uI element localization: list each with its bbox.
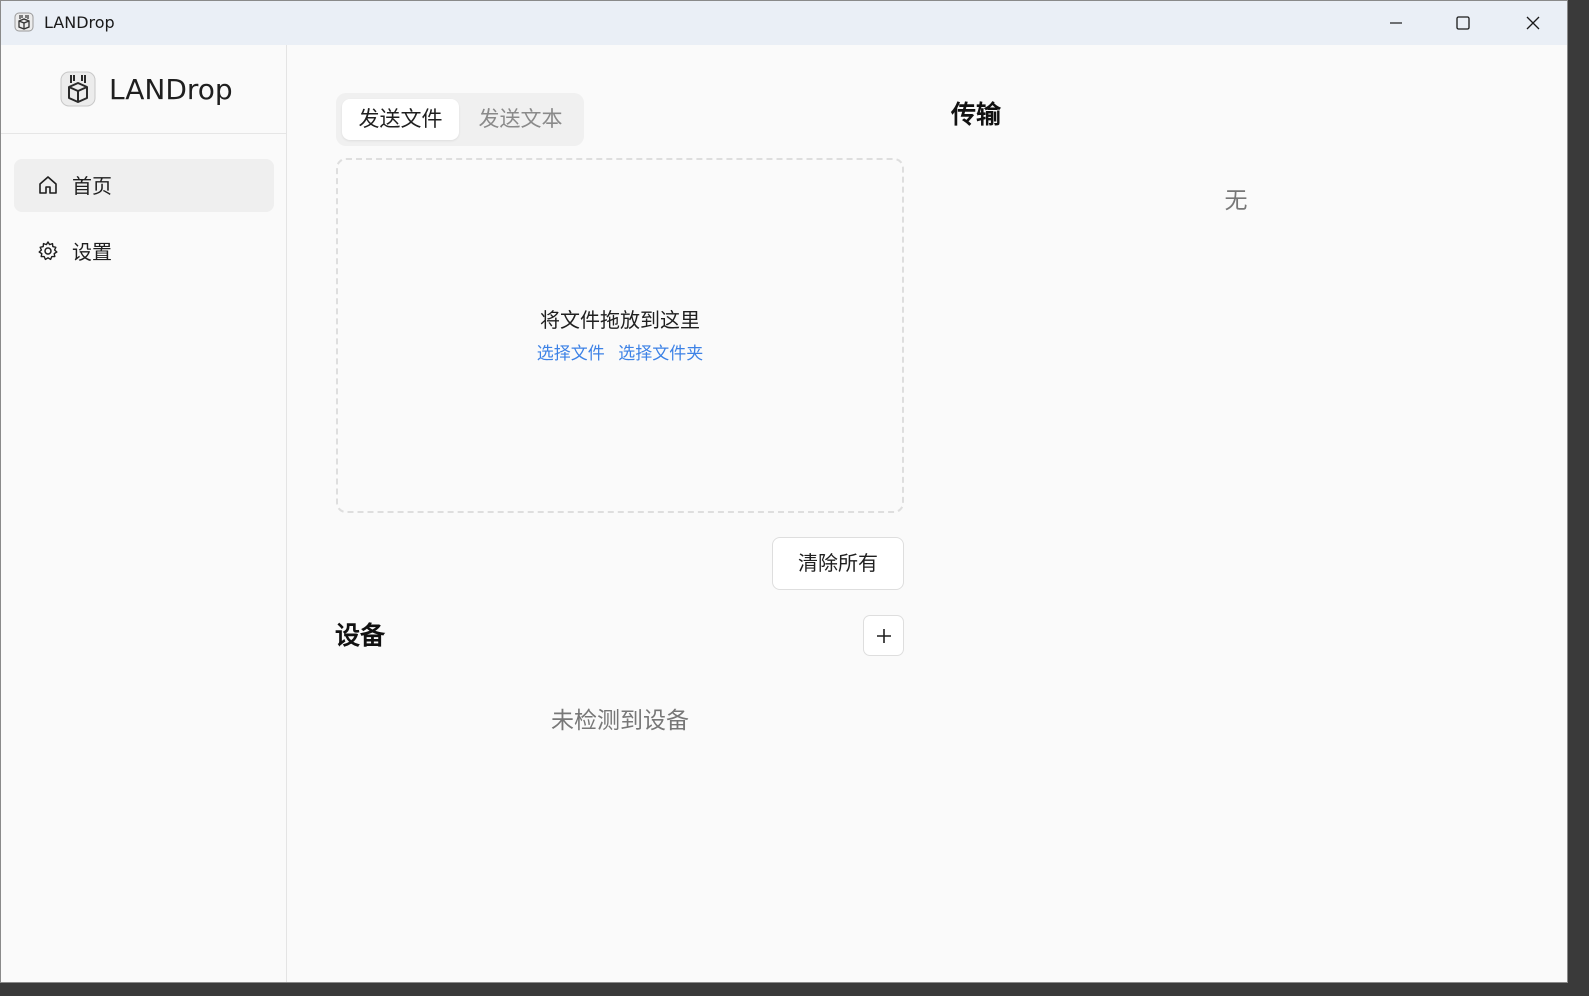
tab-send-file[interactable]: 发送文件 <box>342 99 459 140</box>
select-folder-link[interactable]: 选择文件夹 <box>618 344 703 364</box>
window-title: LANDrop <box>44 13 115 32</box>
sidebar-brand: LANDrop <box>1 45 286 134</box>
tab-send-text[interactable]: 发送文本 <box>462 99 579 140</box>
sidebar: LANDrop 首页 设置 <box>1 45 287 982</box>
maximize-button[interactable] <box>1428 1 1498 45</box>
app-window: LANDrop LANDrop 首页 设置 发送文件 发送文本 将文件拖放到这里… <box>0 0 1568 983</box>
title-bar[interactable]: LANDrop <box>1 1 1567 45</box>
send-mode-tabs: 发送文件 发送文本 <box>336 93 584 146</box>
gear-icon <box>38 241 58 261</box>
brand-name: LANDrop <box>109 73 233 106</box>
select-files-link[interactable]: 选择文件 <box>537 344 605 364</box>
sidebar-item-label: 首页 <box>72 174 112 198</box>
minimize-icon <box>1390 22 1402 24</box>
transfers-title: 传输 <box>951 100 1002 129</box>
home-icon <box>39 176 57 194</box>
sidebar-item-label: 设置 <box>72 240 112 264</box>
add-device-button[interactable] <box>863 615 904 656</box>
sidebar-item-settings[interactable]: 设置 <box>14 225 274 278</box>
dropzone-links: 选择文件 选择文件夹 <box>338 343 902 365</box>
clear-all-button[interactable]: 清除所有 <box>772 537 904 590</box>
brand-logo-icon <box>60 71 96 107</box>
close-button[interactable] <box>1498 1 1567 45</box>
app-logo-icon <box>14 12 34 32</box>
no-devices-text: 未检测到设备 <box>551 708 689 734</box>
minimize-button[interactable] <box>1361 1 1431 45</box>
plus-icon <box>876 628 891 643</box>
dropzone-title: 将文件拖放到这里 <box>540 308 700 332</box>
sidebar-item-home[interactable]: 首页 <box>14 159 274 212</box>
close-icon <box>1526 16 1540 30</box>
maximize-icon <box>1456 16 1470 30</box>
devices-title: 设备 <box>335 621 386 650</box>
no-transfers-text: 无 <box>1224 188 1248 214</box>
file-dropzone[interactable]: 将文件拖放到这里 选择文件 选择文件夹 <box>336 158 904 513</box>
